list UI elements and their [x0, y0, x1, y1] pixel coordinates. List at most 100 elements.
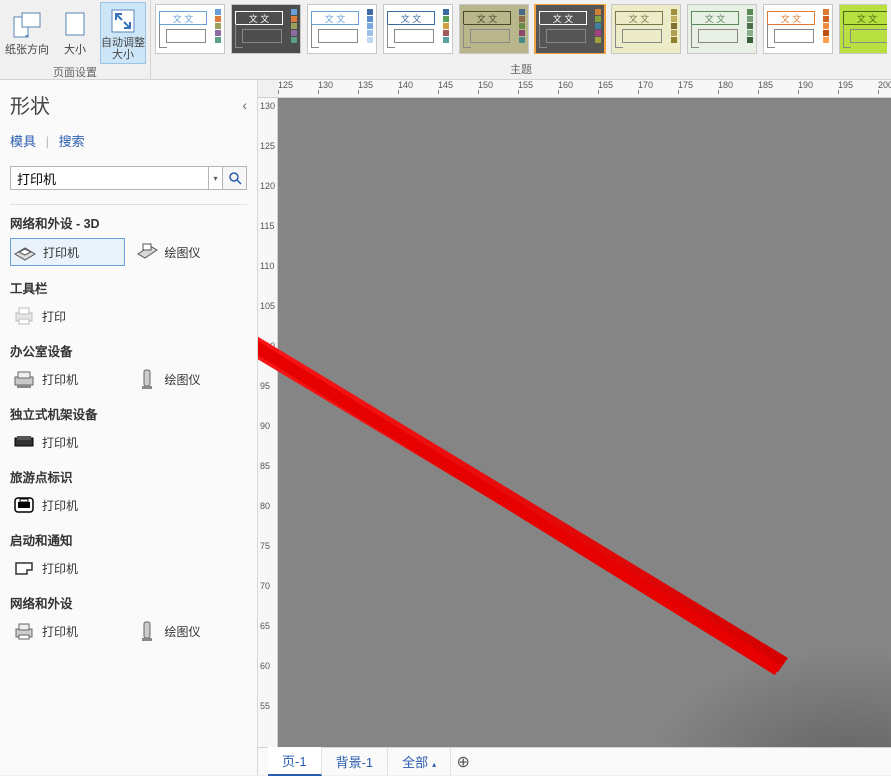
size-button[interactable]: 大小 — [52, 2, 98, 64]
tab-templates[interactable]: 模具 — [10, 134, 36, 149]
printer-icon — [12, 620, 36, 642]
ribbon-group-page-setup: 纸张方向 大小 自动调整 大小 页面设置 — [0, 0, 151, 79]
shape-item-printer[interactable]: 打印机 — [10, 618, 125, 644]
ruler-h-tick: 170 — [638, 80, 653, 90]
printer-icon — [12, 494, 36, 516]
theme-thumb-6[interactable]: 文 文 — [611, 4, 681, 54]
category-header: 工具栏 — [10, 278, 247, 297]
shape-item-printer[interactable]: 打印机 — [10, 366, 125, 392]
vertical-ruler: 130125120115110105100959085807570656055 — [258, 98, 278, 747]
shapes-panel-title: 形状 — [10, 90, 50, 119]
page-setup-group-label: 页面设置 — [53, 64, 97, 80]
shape-item-label: 打印机 — [43, 244, 79, 261]
caret-up-icon: ▴ — [432, 760, 436, 769]
ruler-h-tick: 135 — [358, 80, 373, 90]
autofit-icon — [107, 5, 139, 37]
theme-gallery: 文 文文 文文 文文 文文 文文 文文 文文 文文 文文 文 主题 — [151, 0, 891, 79]
theme-thumb-1[interactable]: 文 文 — [231, 4, 301, 54]
theme-thumb-7[interactable]: 文 文 — [687, 4, 757, 54]
search-row: ▾ — [10, 166, 247, 190]
shape-item-printer[interactable]: 打印机 — [10, 555, 125, 581]
shape-item-print[interactable]: 打印 — [10, 303, 125, 329]
canvas-area: 1251301351401451501551601651701751801851… — [258, 80, 891, 775]
category-header: 网络和外设 — [10, 593, 247, 612]
plotter-icon — [135, 241, 159, 263]
theme-thumb-5[interactable]: 文 文 — [535, 4, 605, 54]
ruler-v-tick: 70 — [260, 581, 270, 591]
ruler-h-tick: 180 — [718, 80, 733, 90]
ruler-h-tick: 155 — [518, 80, 533, 90]
shape-item-printer[interactable]: 打印机 — [10, 492, 125, 518]
tab-separator: | — [46, 134, 49, 149]
shape-item-label: 打印 — [42, 308, 66, 325]
ruler-h-tick: 200 — [878, 80, 891, 90]
main: 形状 ‹ 模具 | 搜索 ▾ 网络和外设 - 3D打印机绘图仪工具栏打印办公室设… — [0, 80, 891, 775]
orientation-icon — [11, 9, 43, 41]
category-header: 旅游点标识 — [10, 467, 247, 486]
page-tabs: 页-1 背景-1 全部▴ ⊕ — [258, 747, 891, 775]
theme-thumb-4[interactable]: 文 文 — [459, 4, 529, 54]
category-header: 启动和通知 — [10, 530, 247, 549]
ruler-h-tick: 145 — [438, 80, 453, 90]
ruler-v-tick: 125 — [260, 141, 275, 151]
orientation-button[interactable]: 纸张方向 — [4, 2, 50, 64]
tab-search[interactable]: 搜索 — [59, 134, 85, 149]
ruler-v-tick: 130 — [260, 101, 275, 111]
size-label: 大小 — [64, 41, 86, 57]
ruler-v-tick: 100 — [260, 341, 275, 351]
ruler-v-tick: 95 — [260, 381, 270, 391]
ruler-v-tick: 105 — [260, 301, 275, 311]
add-page-button[interactable]: ⊕ — [451, 752, 475, 772]
ruler-h-tick: 175 — [678, 80, 693, 90]
shape-item-label: 绘图仪 — [165, 244, 201, 261]
ruler-h-tick: 165 — [598, 80, 613, 90]
shape-item-plotter[interactable]: 绘图仪 — [133, 618, 248, 644]
drawing-canvas[interactable] — [278, 98, 891, 747]
print-icon — [12, 305, 36, 327]
ruler-corner: 1251301351401451501551601651701751801851… — [258, 80, 891, 98]
category-header: 办公室设备 — [10, 341, 247, 360]
theme-row: 文 文文 文文 文文 文文 文文 文文 文文 文文 文文 文 — [155, 4, 887, 54]
theme-thumb-3[interactable]: 文 文 — [383, 4, 453, 54]
ribbon: 纸张方向 大小 自动调整 大小 页面设置 文 文文 文文 文文 文文 文文 文文… — [0, 0, 891, 80]
theme-thumb-2[interactable]: 文 文 — [307, 4, 377, 54]
theme-thumb-8[interactable]: 文 文 — [763, 4, 833, 54]
shape-item-printer[interactable]: 打印机 — [10, 238, 125, 266]
ruler-v-tick: 115 — [260, 221, 274, 231]
shape-item-label: 绘图仪 — [165, 371, 201, 388]
ruler-v-tick: 110 — [260, 261, 274, 271]
tab-all[interactable]: 全部▴ — [388, 748, 451, 775]
shape-item-printer[interactable]: 打印机 — [10, 429, 125, 455]
shape-item-label: 打印机 — [42, 623, 78, 640]
printer-icon — [12, 431, 36, 453]
shapes-panel: 形状 ‹ 模具 | 搜索 ▾ 网络和外设 - 3D打印机绘图仪工具栏打印办公室设… — [0, 80, 258, 775]
ruler-v-tick: 55 — [260, 701, 270, 711]
collapse-panel-icon[interactable]: ‹ — [242, 97, 247, 113]
category-header: 独立式机架设备 — [10, 404, 247, 423]
shape-item-label: 打印机 — [42, 560, 78, 577]
autofit-button[interactable]: 自动调整 大小 — [100, 2, 146, 64]
ruler-v-tick: 75 — [260, 541, 270, 551]
shape-item-plotter[interactable]: 绘图仪 — [133, 366, 248, 392]
search-button[interactable] — [223, 166, 247, 190]
ruler-h-tick: 125 — [278, 80, 293, 90]
tab-page-1[interactable]: 页-1 — [268, 747, 322, 776]
ruler-h-tick: 150 — [478, 80, 493, 90]
tab-background[interactable]: 背景-1 — [322, 748, 389, 775]
search-input[interactable] — [10, 166, 209, 190]
ruler-v-tick: 60 — [260, 661, 270, 671]
orientation-label: 纸张方向 — [5, 41, 49, 57]
ruler-v-tick: 120 — [260, 181, 275, 191]
ruler-h-tick: 185 — [758, 80, 773, 90]
ruler-h-tick: 190 — [798, 80, 813, 90]
theme-thumb-0[interactable]: 文 文 — [155, 4, 225, 54]
shapes-panel-tabs: 模具 | 搜索 — [10, 131, 247, 150]
shape-item-label: 打印机 — [42, 434, 78, 451]
search-dropdown-icon[interactable]: ▾ — [209, 166, 223, 190]
ruler-v-tick: 80 — [260, 501, 270, 511]
shape-item-plotter[interactable]: 绘图仪 — [133, 238, 248, 266]
printer-icon — [13, 241, 37, 263]
ruler-v-tick: 85 — [260, 461, 270, 471]
theme-thumb-9[interactable]: 文 文 — [839, 4, 887, 54]
search-results: 网络和外设 - 3D打印机绘图仪工具栏打印办公室设备打印机绘图仪独立式机架设备打… — [10, 204, 247, 775]
